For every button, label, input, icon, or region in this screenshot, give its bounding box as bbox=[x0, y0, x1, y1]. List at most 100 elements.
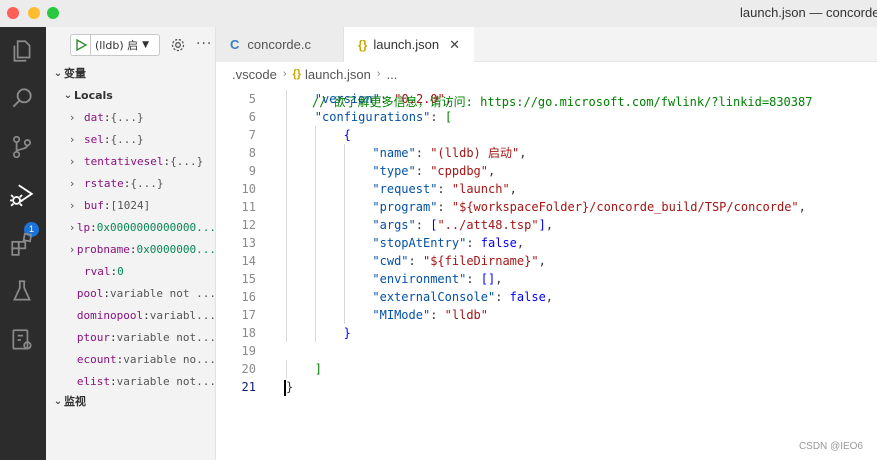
extensions-icon[interactable] bbox=[9, 231, 35, 257]
close-icon[interactable]: ✕ bbox=[449, 37, 460, 53]
variable-row[interactable]: › lp: 0x0000000000000... bbox=[46, 216, 215, 238]
indent-guide bbox=[286, 234, 287, 252]
chevron-right-icon[interactable]: › bbox=[70, 133, 84, 146]
chevron-right-icon[interactable]: › bbox=[70, 111, 84, 124]
code-text: "externalConsole": false, bbox=[372, 288, 553, 306]
code-line: 20] bbox=[216, 360, 877, 378]
variable-row[interactable]: dominopool: variabl... bbox=[46, 304, 216, 326]
run-debug-icon[interactable] bbox=[9, 182, 35, 208]
variable-row[interactable]: ptour: variable not... bbox=[46, 326, 216, 348]
window-close-button[interactable] bbox=[7, 7, 19, 19]
code-token: "configurations" bbox=[314, 110, 431, 124]
chevron-right-icon[interactable]: › bbox=[70, 221, 77, 234]
code-token: "../att48.tsp" bbox=[437, 218, 539, 232]
variable-row[interactable]: rval: 0 bbox=[46, 260, 215, 282]
code-text: "program": "${workspaceFolder}/concorde_… bbox=[372, 198, 806, 216]
code-line: 9 "type": "cppdbg", bbox=[216, 162, 877, 180]
variable-separator: : bbox=[110, 374, 117, 388]
indent-guide bbox=[314, 288, 316, 306]
variable-name: dat bbox=[84, 110, 104, 124]
code-token: "(lldb) 启动" bbox=[430, 146, 520, 160]
window-title: launch.json — concorde bbox=[740, 5, 877, 20]
chevron-right-icon: › bbox=[376, 68, 381, 80]
code-token: "0.2.0" bbox=[394, 92, 445, 106]
chevron-down-icon: ⌄ bbox=[63, 89, 73, 101]
code-token: ] bbox=[538, 218, 546, 232]
search-icon[interactable] bbox=[9, 85, 35, 111]
code-text: "version": "0.2.0", bbox=[315, 90, 452, 108]
variable-value: variable not ... bbox=[110, 286, 216, 300]
explorer-icon[interactable] bbox=[9, 38, 35, 64]
testing-icon[interactable] bbox=[9, 278, 35, 304]
variable-separator: : bbox=[103, 110, 111, 124]
code-token: : bbox=[415, 218, 431, 232]
chevron-down-icon: ⌄ bbox=[53, 67, 63, 79]
code-text: ] bbox=[315, 360, 322, 378]
variable-value: variabl... bbox=[149, 308, 216, 322]
chevron-right-icon[interactable]: › bbox=[70, 177, 84, 190]
variable-row[interactable]: › probname: 0x0000000... bbox=[46, 238, 215, 260]
window-minimize-button[interactable] bbox=[28, 7, 40, 19]
start-debugging-button[interactable] bbox=[70, 34, 90, 56]
variable-row[interactable]: › sel: {...} bbox=[46, 128, 215, 150]
breadcrumb-item[interactable]: launch.json bbox=[305, 67, 371, 82]
code-token: : bbox=[437, 182, 452, 196]
code-token: "name" bbox=[372, 146, 416, 160]
variable-name: rstate bbox=[84, 176, 124, 190]
code-token: ] bbox=[314, 362, 323, 376]
code-line: 13 "stopAtEntry": false, bbox=[216, 234, 877, 252]
debug-config-select[interactable]: (lldb) 启 ▼ bbox=[90, 34, 160, 56]
variable-row[interactable]: pool: variable not ... bbox=[46, 282, 216, 304]
c-file-icon: C bbox=[230, 37, 240, 52]
tab-launch-json[interactable]: {} launch.json ✕ bbox=[344, 27, 474, 62]
variable-value: {...} bbox=[130, 176, 164, 190]
variable-row[interactable]: › tentativesel: {...} bbox=[46, 150, 215, 172]
code-line: 21} bbox=[216, 378, 877, 396]
breadcrumb-item[interactable]: .vscode bbox=[232, 67, 277, 82]
variable-name: pool bbox=[76, 286, 104, 300]
code-token: : bbox=[430, 110, 445, 124]
variable-separator: : bbox=[123, 176, 131, 190]
chevron-right-icon[interactable]: › bbox=[70, 199, 84, 212]
tab-label: concorde.c bbox=[247, 37, 311, 52]
code-token: "${workspaceFolder}/concorde_build/TSP/c… bbox=[451, 200, 799, 214]
gear-icon[interactable] bbox=[170, 37, 186, 53]
code-line: 12 "args": ["../att48.tsp"], bbox=[216, 216, 877, 234]
indent-guide bbox=[314, 144, 316, 162]
chevron-right-icon[interactable]: › bbox=[70, 155, 84, 168]
variable-row[interactable]: ecount: variable no... bbox=[46, 348, 215, 370]
variable-value: {...} bbox=[110, 132, 144, 146]
line-number: 9 bbox=[248, 164, 256, 178]
text-cursor bbox=[284, 380, 286, 396]
variable-separator: : bbox=[90, 220, 97, 234]
chevron-down-icon: ⌄ bbox=[53, 395, 63, 407]
code-editor[interactable]: // 欲了解更多信息，请访问: https://go.microsoft.com… bbox=[216, 84, 877, 460]
code-text: "cwd": "${fileDirname}", bbox=[372, 252, 545, 270]
remote-explorer-icon[interactable] bbox=[9, 327, 35, 353]
variable-row[interactable]: elist: variable not... bbox=[46, 370, 215, 392]
variable-row[interactable]: › dat: {...} bbox=[46, 106, 215, 128]
chevron-right-icon[interactable]: › bbox=[70, 243, 77, 256]
activity-bar: 1 bbox=[0, 27, 46, 460]
watch-section-header[interactable]: ⌄ 监视 bbox=[46, 391, 215, 411]
code-token: "externalConsole" bbox=[372, 290, 496, 304]
variables-section-header[interactable]: ⌄ 变量 bbox=[46, 63, 215, 83]
source-control-icon[interactable] bbox=[9, 134, 35, 160]
line-number: 11 bbox=[241, 200, 256, 214]
variable-value: variable not... bbox=[116, 330, 216, 344]
tab-concorde-c[interactable]: C concorde.c bbox=[216, 27, 344, 62]
code-line: 15 "environment": [], bbox=[216, 270, 877, 288]
variable-name: tentativesel bbox=[84, 154, 164, 168]
variable-row[interactable]: › buf: [1024] bbox=[46, 194, 215, 216]
variable-row[interactable]: › rstate: {...} bbox=[46, 172, 215, 194]
variable-name: lp bbox=[76, 220, 91, 234]
breadcrumb-item[interactable]: ... bbox=[387, 67, 398, 82]
line-number: 16 bbox=[241, 290, 256, 304]
window-maximize-button[interactable] bbox=[47, 7, 59, 19]
indent-guide bbox=[286, 324, 287, 342]
indent-guide bbox=[314, 270, 316, 288]
locals-scope-header[interactable]: ⌄ Locals bbox=[56, 85, 215, 105]
debug-config-label: (lldb) 启 bbox=[95, 39, 139, 52]
more-actions-icon[interactable]: ··· bbox=[196, 36, 212, 52]
debug-sidebar: (lldb) 启 ▼ ··· ⌄ 变量 ⌄ Locals › dat: {...}… bbox=[46, 27, 216, 460]
